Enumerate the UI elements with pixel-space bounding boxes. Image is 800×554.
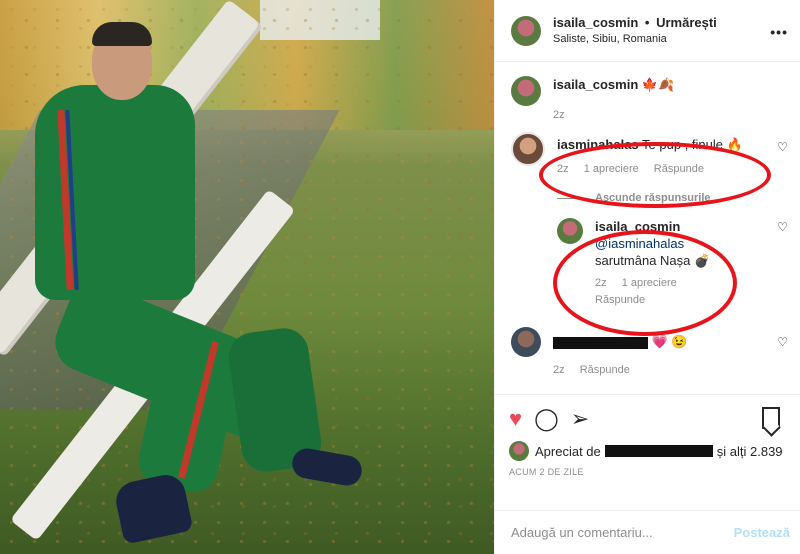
- redacted-liker-name: [604, 445, 713, 457]
- bookmark-icon[interactable]: [762, 407, 780, 429]
- post-photo[interactable]: [0, 0, 494, 554]
- likes-prefix: Apreciat de: [535, 443, 601, 459]
- hide-replies-button[interactable]: Ascunde răspunsurile: [557, 192, 784, 204]
- caption: isaila_cosmin 🍁🍂 2z: [511, 76, 784, 124]
- like-heart-icon[interactable]: ♥: [509, 407, 522, 431]
- redacted-commenter-avatar[interactable]: [511, 327, 541, 357]
- author-avatar[interactable]: [511, 15, 541, 46]
- reply-avatar[interactable]: [557, 218, 583, 244]
- comment-input[interactable]: Adaugă un comentariu...: [511, 525, 653, 540]
- likes-summary: Apreciat de și alți 2.839: [509, 441, 786, 461]
- divider-line: [557, 197, 581, 199]
- add-comment-bar: Adaugă un comentariu... Postează: [495, 510, 800, 554]
- post-comment-button[interactable]: Postează: [734, 525, 790, 540]
- reply-likes[interactable]: 1 apreciere: [622, 277, 677, 289]
- post-header: isaila_cosmin • Urmărești Saliste, Sibiu…: [495, 0, 800, 62]
- caption-avatar[interactable]: [511, 76, 541, 106]
- hide-replies-label: Ascunde răspunsurile: [595, 192, 711, 204]
- comments-section: isaila_cosmin 🍁🍂 2z iasminahalas Te pup …: [495, 62, 800, 394]
- more-options-icon[interactable]: •••: [770, 24, 788, 40]
- comment-bubble-icon[interactable]: ◯: [534, 407, 559, 431]
- comment-reply-button[interactable]: Răspunde: [654, 163, 704, 175]
- liker-avatar[interactable]: [509, 441, 529, 461]
- caption-username[interactable]: isaila_cosmin: [553, 77, 638, 92]
- separator-dot: •: [644, 14, 650, 30]
- reply-isaila-cosmin: isaila_cosmin @iasminahalas sarutmâna Na…: [557, 218, 788, 309]
- caption-time[interactable]: 2z: [553, 109, 565, 121]
- likes-count-link[interactable]: și alți 2.839: [717, 444, 783, 459]
- post-side-panel: isaila_cosmin • Urmărești Saliste, Sibiu…: [494, 0, 800, 554]
- share-send-icon[interactable]: ➢: [571, 407, 589, 431]
- comment-username[interactable]: iasminahalas: [557, 137, 639, 152]
- instagram-post: isaila_cosmin • Urmărești Saliste, Sibiu…: [0, 0, 800, 554]
- comment-iasminahalas: iasminahalas Te pup , finule 🔥 2z 1 apre…: [511, 132, 788, 178]
- redacted-like-heart-icon[interactable]: ♡: [777, 335, 788, 349]
- comment-time[interactable]: 2z: [557, 163, 569, 175]
- comment-likes[interactable]: 1 apreciere: [584, 163, 639, 175]
- comment-text: Te pup , finule 🔥: [642, 137, 743, 152]
- reply-text: sarutmâna Nașa 💣: [595, 253, 711, 268]
- reply-reply-button[interactable]: Răspunde: [595, 294, 645, 306]
- reply-mention-link[interactable]: @iasminahalas: [595, 235, 745, 252]
- action-bar: ♥ ◯ ➢ Apreciat de și alți 2.839 ACUM 2 D…: [495, 394, 800, 510]
- redacted-comment-reply-button[interactable]: Răspunde: [580, 364, 630, 376]
- commenter-avatar[interactable]: [511, 132, 545, 166]
- comment-redacted: 💗 😉 2z Răspunde ♡: [511, 327, 788, 379]
- author-username[interactable]: isaila_cosmin: [553, 15, 638, 30]
- caption-text: 🍁🍂: [641, 77, 675, 92]
- following-button[interactable]: Urmărești: [656, 15, 717, 30]
- reply-username[interactable]: isaila_cosmin: [595, 218, 745, 235]
- reply-time[interactable]: 2z: [595, 277, 607, 289]
- redacted-comment-time[interactable]: 2z: [553, 364, 565, 376]
- redacted-comment-text: 💗 😉: [651, 334, 688, 349]
- post-date[interactable]: ACUM 2 DE ZILE: [509, 467, 786, 477]
- reply-like-heart-icon[interactable]: ♡: [777, 220, 788, 234]
- redacted-username: [553, 336, 648, 349]
- comment-like-heart-icon[interactable]: ♡: [777, 140, 788, 154]
- location-link[interactable]: Saliste, Sibiu, Romania: [553, 31, 717, 48]
